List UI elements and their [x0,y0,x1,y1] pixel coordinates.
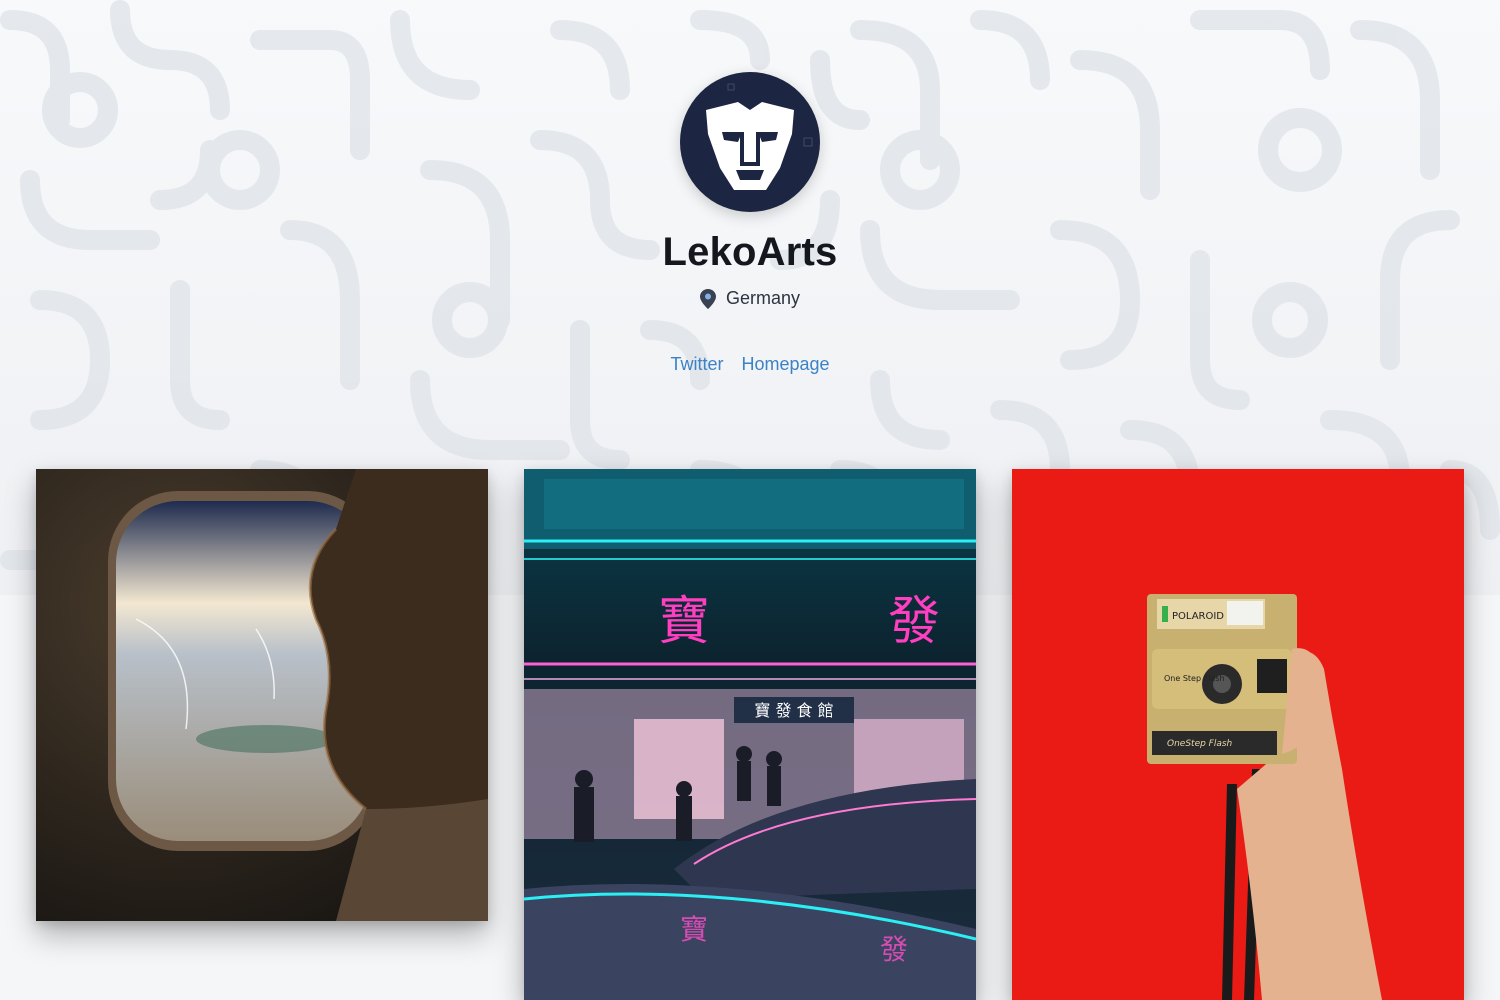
svg-text:發: 發 [888,592,940,652]
social-links: Twitter Homepage [0,354,1500,375]
gallery-item-neon-street[interactable]: 寶 發 寶 發 食 館 寶 發 [524,469,976,1000]
polaroid-camera-in-hand-photo: POLAROID One Step Flash OneStep Flash [1012,469,1464,1000]
location-label: Germany [725,288,801,308]
map-pin-icon [699,288,716,309]
avatar [680,72,820,212]
svg-text:寶: 寶 [680,913,708,946]
airplane-window-photo [36,469,488,921]
svg-text:發: 發 [880,933,908,966]
svg-text:OneStep Flash: OneStep Flash [1167,739,1233,749]
twitter-link[interactable]: Twitter [670,354,723,375]
gallery-item-polaroid-camera[interactable]: POLAROID One Step Flash OneStep Flash [1012,469,1464,1000]
svg-text:POLAROID: POLAROID [1172,611,1224,622]
location: Germany [0,288,1500,309]
svg-text:寶: 寶 [658,592,710,652]
lion-head-icon [706,83,813,190]
gallery-item-airplane-window[interactable] [36,469,488,921]
svg-text:One Step Flash: One Step Flash [1164,674,1225,683]
page-title: LekoArts [662,230,838,274]
homepage-link[interactable]: Homepage [741,354,829,375]
svg-text:寶 發 食 館: 寶 發 食 館 [754,701,833,720]
neon-night-street-photo: 寶 發 寶 發 食 館 寶 發 [524,469,976,1000]
